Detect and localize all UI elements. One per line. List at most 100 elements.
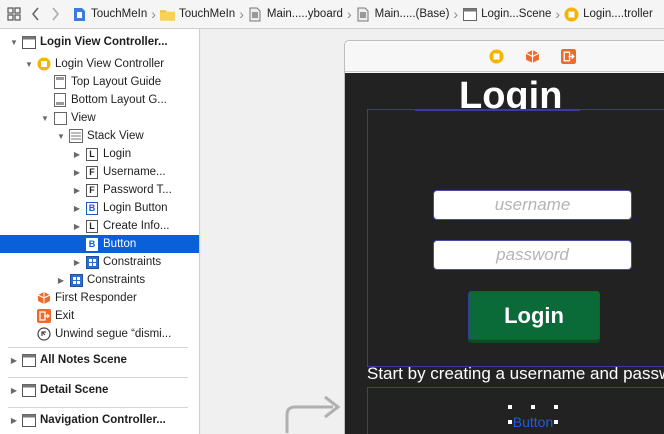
document-outline: ▼ Login View Controller... ▼ Login View … <box>0 29 200 434</box>
first-responder-icon <box>37 291 51 305</box>
disclosure-closed-icon[interactable]: ▶ <box>72 167 82 177</box>
breadcrumb-view-controller[interactable]: Login....troller <box>564 7 653 22</box>
disclosure-closed-icon[interactable]: ▶ <box>9 385 19 395</box>
breadcrumb-storyboard[interactable]: Main.....yboard <box>248 7 343 22</box>
breadcrumb-storyboard-base[interactable]: Main.....(Base) <box>356 7 450 22</box>
breadcrumb-folder[interactable]: TouchMeIn <box>159 7 236 22</box>
text-field-icon: F <box>85 165 99 179</box>
resize-handle[interactable] <box>553 404 559 410</box>
selected-button[interactable]: Button <box>507 404 559 434</box>
outline-item-first-responder[interactable]: First Responder <box>0 289 199 307</box>
breadcrumb-label: Main.....yboard <box>266 8 343 20</box>
outline-item-login-button[interactable]: ▶ B Login Button <box>0 199 199 217</box>
text-field-glyph: F <box>86 183 98 197</box>
outline-scene-navigation-controller[interactable]: ▶ Navigation Controller... <box>0 411 199 429</box>
outline-item-label: Create Info... <box>103 220 170 232</box>
login-view-controller-scene[interactable]: Login username password Login Start by c… <box>344 40 664 434</box>
outline-item-label: Login Button <box>103 202 168 214</box>
breadcrumb-separator: › <box>346 6 352 22</box>
outline-scene-all-notes[interactable]: ▶ All Notes Scene <box>0 351 199 369</box>
disclosure-closed-icon[interactable]: ▶ <box>9 355 19 365</box>
outline-item-label: Login View Controller... <box>40 36 168 48</box>
storyboard-canvas[interactable]: Login username password Login Start by c… <box>201 29 664 434</box>
related-items-grid-icon[interactable] <box>6 6 22 22</box>
back-arrow-icon[interactable] <box>28 6 42 22</box>
outline-item-unwind-segue[interactable]: Unwind segue “dismi... <box>0 325 199 343</box>
breadcrumb-separator: › <box>555 6 561 22</box>
disclosure-open-icon[interactable]: ▼ <box>56 131 66 141</box>
outline-item-button-selected[interactable]: B Button <box>0 235 199 253</box>
outline-item-stack-constraints[interactable]: ▶ Constraints <box>0 253 199 271</box>
folder-icon <box>159 7 175 22</box>
project-file-icon <box>72 7 87 22</box>
stack-view-icon <box>69 129 83 143</box>
outline-item-view-constraints[interactable]: ▶ Constraints <box>0 271 199 289</box>
create-info-label[interactable]: Start by creating a username and passw <box>367 364 664 384</box>
outline-item-exit[interactable]: Exit <box>0 307 199 325</box>
breadcrumb-scene[interactable]: Login...Scene <box>462 7 551 22</box>
disclosure-open-icon[interactable]: ▼ <box>9 37 19 47</box>
password-field[interactable]: password <box>433 240 632 270</box>
outline-item-label: Bottom Layout G... <box>71 94 167 106</box>
disclosure-closed-icon[interactable]: ▶ <box>72 203 82 213</box>
text-field-glyph: F <box>86 165 98 179</box>
outline-item-password-field[interactable]: ▶ F Password T... <box>0 181 199 199</box>
view-controller-icon[interactable] <box>488 48 504 64</box>
disclosure-closed-icon[interactable]: ▶ <box>56 275 66 285</box>
outline-item-label: Constraints <box>87 274 146 286</box>
outline-item-label: Button <box>103 238 137 250</box>
outline-item-bottom-layout-guide[interactable]: Bottom Layout G... <box>0 91 199 109</box>
constraints-icon <box>85 255 99 269</box>
disclosure-closed-icon[interactable]: ▶ <box>72 185 82 195</box>
outline-divider <box>8 347 188 348</box>
username-placeholder: username <box>494 195 571 214</box>
outline-item-view[interactable]: ▼ View <box>0 109 199 127</box>
resize-handle[interactable] <box>530 404 536 410</box>
outline-item-login-scene[interactable]: ▼ Login View Controller... <box>0 33 199 51</box>
outline-item-label: Unwind segue “dismi... <box>55 328 172 340</box>
login-button-label: Login <box>504 302 564 328</box>
button-glyph: B <box>86 237 98 251</box>
outline-item-label: View <box>71 112 96 124</box>
outline-item-login-view-controller[interactable]: ▼ Login View Controller <box>0 55 199 73</box>
disclosure-open-icon[interactable]: ▼ <box>24 59 34 69</box>
outline-item-create-info-label[interactable]: ▶ L Create Info... <box>0 217 199 235</box>
outline-item-label: Detail Scene <box>40 384 109 396</box>
storyboard-icon <box>248 7 263 22</box>
resize-handle[interactable] <box>553 419 559 425</box>
exit-icon[interactable] <box>560 48 576 64</box>
disclosure-open-icon[interactable]: ▼ <box>40 113 50 123</box>
outline-item-stack-view[interactable]: ▼ Stack View <box>0 127 199 145</box>
breadcrumb-label: Login...Scene <box>481 8 552 20</box>
outline-item-top-layout-guide[interactable]: Top Layout Guide <box>0 73 199 91</box>
view-screen[interactable]: Login username password Login Start by c… <box>345 73 664 434</box>
view-icon <box>53 111 67 125</box>
username-field[interactable]: username <box>433 190 632 220</box>
resize-handle[interactable] <box>507 419 513 425</box>
scene-dock <box>345 41 664 72</box>
disclosure-closed-icon[interactable]: ▶ <box>72 221 82 231</box>
disclosure-closed-icon[interactable]: ▶ <box>9 415 19 425</box>
login-title-label[interactable]: Login <box>415 77 580 109</box>
outline-scene-detail[interactable]: ▶ Detail Scene <box>0 381 199 399</box>
disclosure-closed-icon[interactable]: ▶ <box>72 149 82 159</box>
outline-item-username-field[interactable]: ▶ F Username... <box>0 163 199 181</box>
scene-icon <box>22 413 36 427</box>
first-responder-icon[interactable] <box>524 48 540 64</box>
outline-divider <box>8 407 188 408</box>
disclosure-closed-icon[interactable]: ▶ <box>72 257 82 267</box>
outline-item-label: First Responder <box>55 292 137 304</box>
resize-handle[interactable] <box>507 404 513 410</box>
outline-item-label: Exit <box>55 310 75 322</box>
text-field-icon: F <box>85 183 99 197</box>
outline-item-login-label[interactable]: ▶ L Login <box>0 145 199 163</box>
login-button[interactable]: Login <box>468 291 600 340</box>
breadcrumb-label: TouchMeIn <box>178 8 236 20</box>
breadcrumb-label: Main.....(Base) <box>374 8 450 20</box>
outline-item-label: Login View Controller <box>55 58 165 70</box>
breadcrumb-separator: › <box>239 6 244 22</box>
breadcrumb-project[interactable]: TouchMeIn <box>72 7 147 22</box>
forward-arrow-icon[interactable] <box>48 6 62 22</box>
label-icon: L <box>85 219 99 233</box>
jump-bar: TouchMeIn › TouchMeIn › Main.....yboard … <box>0 0 664 29</box>
